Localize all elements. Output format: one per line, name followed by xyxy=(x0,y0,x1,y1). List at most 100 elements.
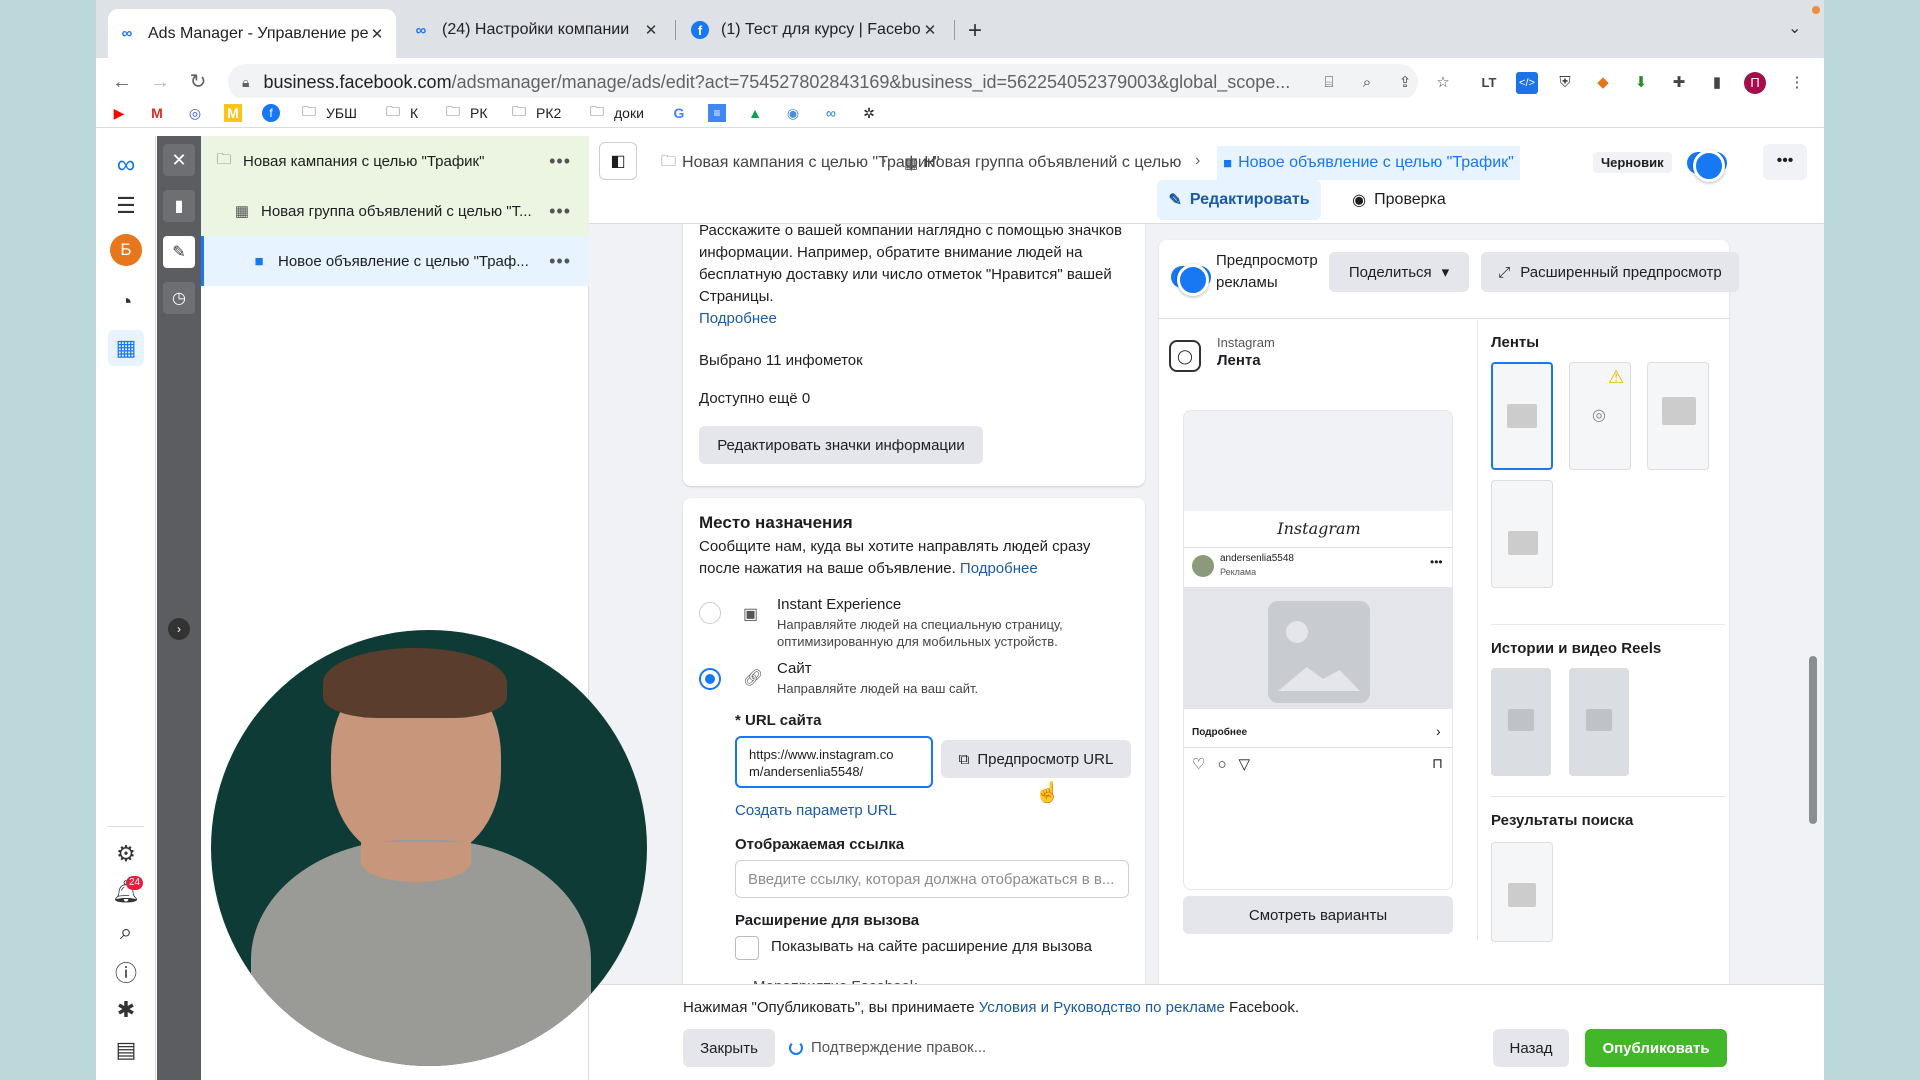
description-text: Страницы. xyxy=(699,288,774,305)
zoom-icon[interactable]: ⌕ xyxy=(1356,72,1378,94)
bell-icon[interactable]: 🔔︎ 24 xyxy=(108,874,144,910)
see-variants-button[interactable]: Смотреть варианты xyxy=(1183,896,1453,934)
chevron-down-icon[interactable]: ⌄ xyxy=(1788,18,1801,38)
forward-icon[interactable]: → xyxy=(148,70,172,94)
tree-item-campaign[interactable]: 🗀 Новая кампания с целью "Трафик" ••• xyxy=(201,136,589,186)
edit-info-labels-button[interactable]: Редактировать значки информации xyxy=(699,426,983,464)
clock-icon[interactable]: ◷ xyxy=(163,282,195,314)
tab-ads-manager[interactable]: ∞ Ads Manager - Управление ре ✕ xyxy=(108,9,396,58)
campaigns-table-icon[interactable]: ▦ xyxy=(108,330,144,366)
new-tab-icon[interactable]: + xyxy=(968,17,982,45)
bookmark-folder-rk2[interactable]: 🗀 РК2 xyxy=(510,103,561,123)
cta-text: Подробнее xyxy=(1192,727,1248,738)
more-icon[interactable]: ••• xyxy=(549,151,571,172)
tab-edit[interactable]: ✎ Редактировать xyxy=(1157,180,1321,220)
menu-icon[interactable]: ☰ xyxy=(108,188,144,224)
ad-preview-toggle[interactable] xyxy=(1171,264,1211,296)
share-dropdown[interactable]: Поделиться ▾ xyxy=(1329,252,1469,292)
bookmark-folder-rk[interactable]: 🗀 РК xyxy=(444,103,488,123)
more-icon[interactable]: ••• xyxy=(549,251,571,272)
close-icon[interactable]: ✕ xyxy=(921,21,939,39)
close-button[interactable]: Закрыть xyxy=(683,1029,775,1067)
shield-icon[interactable]: ⛨ xyxy=(1554,72,1576,94)
sidebar-icon[interactable]: ▮ xyxy=(1706,72,1728,94)
star-icon[interactable]: ☆ xyxy=(1432,72,1454,94)
placement-thumb[interactable] xyxy=(1491,668,1551,776)
close-icon[interactable]: ✕ xyxy=(642,21,660,39)
bookmark-icon[interactable]: ◉ xyxy=(784,103,810,123)
learn-more-link[interactable]: Подробнее xyxy=(960,560,1038,577)
description-text: Расскажите о вашей компании наглядно с п… xyxy=(699,224,1122,239)
tree-item-ad[interactable]: ■ Новое объявление с целью "Траф... ••• xyxy=(201,236,589,286)
download-icon[interactable]: ⬇ xyxy=(1630,72,1652,94)
share-icon[interactable]: ⇪ xyxy=(1394,72,1416,94)
help-icon[interactable]: ⓘ xyxy=(108,954,144,990)
placement-thumb[interactable] xyxy=(1491,842,1553,942)
display-link-input[interactable]: Введите ссылку, которая должна отображат… xyxy=(735,860,1129,898)
drive-icon[interactable]: ▲ xyxy=(746,103,772,123)
publish-button[interactable]: Опубликовать xyxy=(1585,1029,1727,1067)
translate-icon[interactable]: ⌸ xyxy=(1318,72,1340,94)
reload-icon[interactable]: ↻ xyxy=(186,70,210,94)
preview-url-button[interactable]: ⧉ Предпросмотр URL xyxy=(941,740,1131,778)
bookmark-icon[interactable]: M xyxy=(224,103,250,123)
back-icon[interactable]: ← xyxy=(110,70,134,94)
placement-thumb[interactable] xyxy=(1647,362,1709,470)
panel-icon[interactable]: ▤ xyxy=(108,1032,144,1068)
advanced-preview-button[interactable]: ⤢ Расширенный предпросмотр xyxy=(1481,252,1739,292)
placement-thumb[interactable]: ⚠ ◎ xyxy=(1569,362,1631,470)
back-button[interactable]: Назад xyxy=(1493,1029,1569,1067)
terms-link[interactable]: Условия и Руководство по рекламе xyxy=(979,999,1225,1016)
youtube-icon[interactable]: ▶ xyxy=(110,103,136,123)
bookmark-icon[interactable]: ◎ xyxy=(186,103,212,123)
tab-facebook-page[interactable]: f (1) Тест для курсу | Facebook ✕ xyxy=(681,10,949,50)
scrollbar-thumb[interactable] xyxy=(1809,656,1817,824)
chart-icon[interactable]: ▮ xyxy=(163,190,195,222)
docs-icon[interactable]: ≡ xyxy=(708,103,734,123)
radio-instant-experience[interactable] xyxy=(699,602,721,624)
meta-logo-icon[interactable]: ∞ xyxy=(108,146,144,182)
call-extension-checkbox[interactable] xyxy=(735,936,759,960)
fox-icon[interactable]: ◆ xyxy=(1592,72,1614,94)
breadcrumb-campaign[interactable]: 🗀 Новая кампания с целью "Трафик" xyxy=(661,146,940,180)
expand-icon[interactable]: › xyxy=(168,618,190,640)
placement-thumb[interactable] xyxy=(1491,480,1553,588)
toggle-panel-icon[interactable]: ◧ xyxy=(599,142,637,180)
learn-more-link[interactable]: Подробнее xyxy=(699,308,777,330)
bookmark-folder-k[interactable]: 🗀 К xyxy=(384,103,418,123)
extension-icon[interactable]: LT xyxy=(1478,72,1500,94)
more-icon[interactable]: ••• xyxy=(549,201,571,222)
ad-active-toggle[interactable] xyxy=(1687,150,1727,182)
more-icon[interactable]: ••• xyxy=(1763,144,1807,180)
meta-icon[interactable]: ∞ xyxy=(822,103,848,123)
website-url-input[interactable]: https://www.instagram.co m/andersenlia55… xyxy=(735,736,933,788)
tab-company-settings[interactable]: ∞ (24) Настройки компании ✕ xyxy=(402,10,670,50)
chatgpt-icon[interactable]: ✲ xyxy=(860,103,886,123)
tree-item-adset[interactable]: ▦ Новая группа объявлений с целью "Т... … xyxy=(201,186,589,236)
dashboard-icon[interactable]: ◔ xyxy=(108,284,144,320)
puzzle-icon[interactable]: ✚ xyxy=(1668,72,1690,94)
close-icon[interactable]: ✕ xyxy=(163,144,195,176)
breadcrumb-adset[interactable]: ▦ Новая группа объявлений с целью "Тр xyxy=(904,146,1184,180)
google-icon[interactable]: G xyxy=(670,103,696,123)
extension-icon[interactable]: </> xyxy=(1516,72,1538,94)
facebook-icon[interactable]: f xyxy=(262,103,288,123)
search-icon[interactable]: ⌕ xyxy=(108,914,144,950)
bookmark-folder-ubsh[interactable]: 🗀 УБШ xyxy=(300,103,357,123)
close-icon[interactable]: ✕ xyxy=(368,25,386,43)
create-url-param-link[interactable]: Создать параметр URL xyxy=(735,800,897,822)
account-avatar[interactable]: Б xyxy=(108,232,144,268)
breadcrumb-ad[interactable]: ■ Новое объявление с целью "Трафик" xyxy=(1217,146,1520,180)
gear-icon[interactable]: ⚙ xyxy=(108,836,144,872)
tab-review[interactable]: ◉ Проверка xyxy=(1339,180,1459,220)
pencil-icon[interactable]: ✎ xyxy=(163,236,195,268)
gmail-icon[interactable]: M xyxy=(148,103,174,123)
placement-thumb[interactable] xyxy=(1569,668,1629,776)
radio-website[interactable] xyxy=(699,668,721,690)
bookmark-folder-docs[interactable]: 🗀 доки xyxy=(588,103,644,123)
menu-dots-icon[interactable]: ⋮ xyxy=(1786,72,1808,94)
url-bar[interactable]: 🔒︎ business.facebook.com/adsmanager/mana… xyxy=(228,64,1418,100)
profile-avatar[interactable]: П xyxy=(1744,72,1766,94)
placement-thumb[interactable] xyxy=(1491,362,1553,470)
bug-icon[interactable]: ✱ xyxy=(108,992,144,1028)
